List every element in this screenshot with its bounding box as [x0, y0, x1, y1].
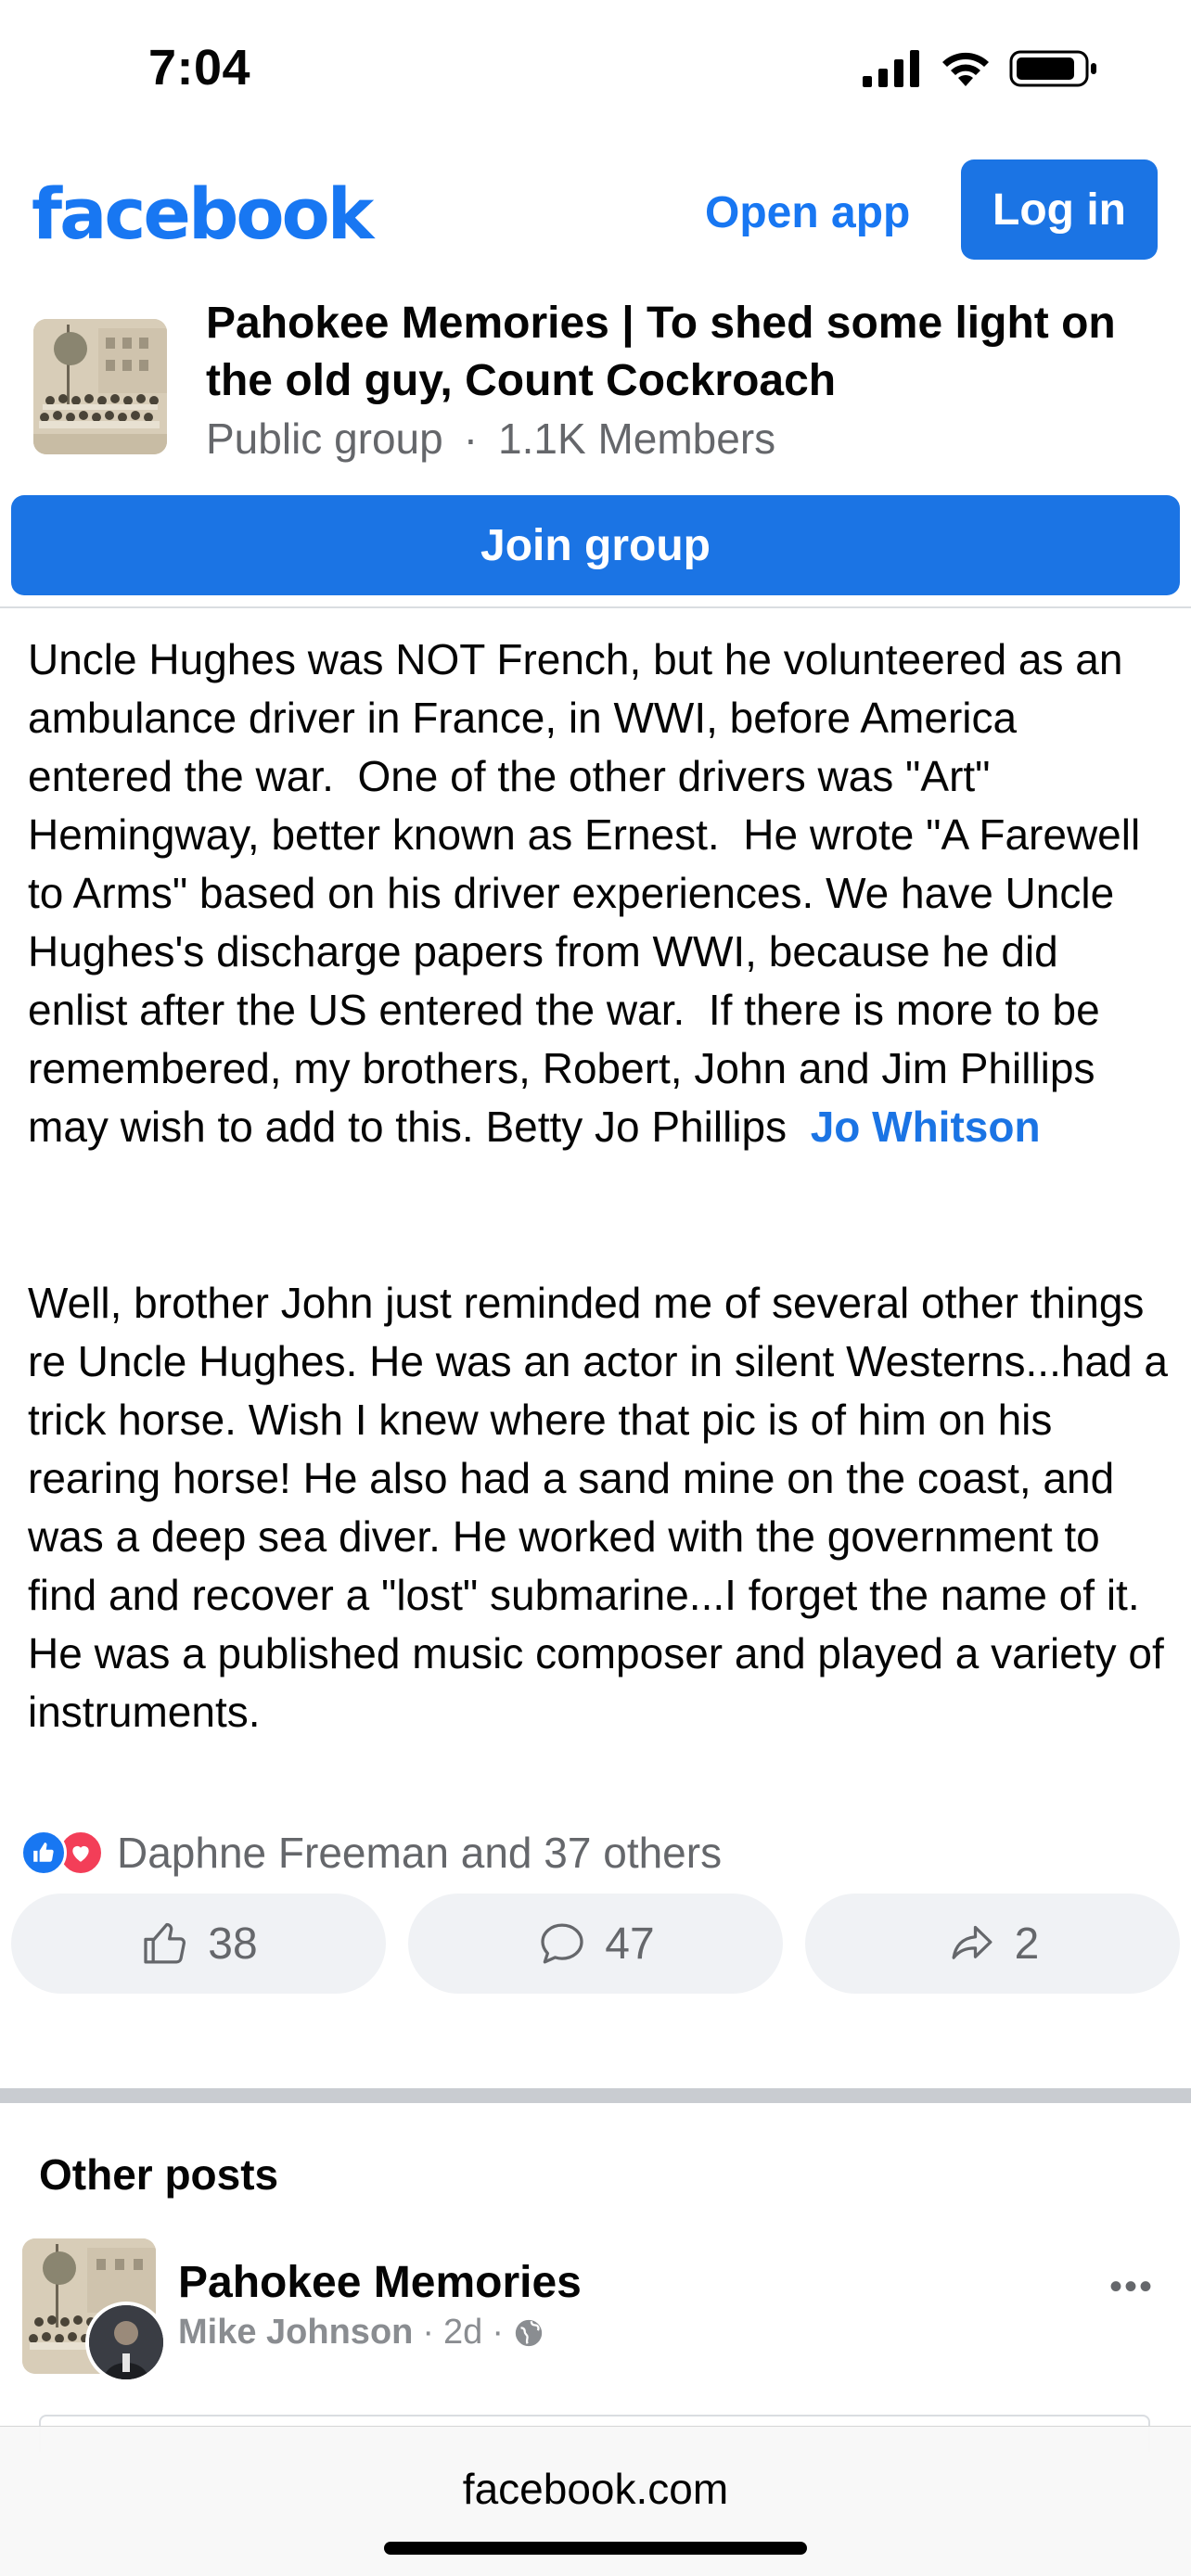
share-count: 2: [1014, 1919, 1040, 1969]
comment-icon: [541, 1923, 583, 1964]
meta-separator: ·: [463, 414, 479, 463]
home-indicator[interactable]: [384, 2542, 807, 2555]
share-button[interactable]: 2: [805, 1894, 1180, 1994]
browser-url[interactable]: facebook.com: [0, 2464, 1191, 2514]
mention-link[interactable]: Jo Whitson: [811, 1103, 1041, 1151]
meta-separator: ·: [492, 2313, 504, 2352]
post-actions: 38 47 2: [11, 1894, 1180, 1994]
login-button[interactable]: Log in: [961, 159, 1158, 260]
reactions-text: Daphne Freeman and 37 others: [117, 1829, 723, 1877]
thumbs-up-icon: [144, 1922, 186, 1964]
post-paragraph-1: Uncle Hughes was NOT French, but he volu…: [28, 631, 1169, 1156]
group-header: Pahokee Memories | To shed some light on…: [0, 295, 1191, 480]
more-options-icon[interactable]: •••: [1109, 2266, 1154, 2308]
join-group-button[interactable]: Join group: [11, 495, 1180, 595]
app-header: facebook Open app Log in: [0, 148, 1191, 269]
status-bar: 7:04: [0, 0, 1191, 139]
facebook-logo[interactable]: facebook: [32, 172, 374, 255]
section-divider: [0, 2088, 1191, 2103]
author-avatar[interactable]: [85, 2302, 167, 2383]
like-reaction-icon: [20, 1830, 67, 1876]
group-members[interactable]: 1.1K Members: [498, 414, 775, 463]
post-paragraph-2: Well, brother John just reminded me of s…: [28, 1279, 1168, 1736]
battery-icon: [1009, 50, 1096, 87]
group-meta: Public group · 1.1K Members: [206, 414, 775, 464]
comment-count: 47: [605, 1919, 655, 1969]
meta-separator: ·: [422, 2313, 435, 2352]
post-text-body: Uncle Hughes was NOT French, but he volu…: [28, 635, 1152, 1151]
divider: [0, 606, 1191, 608]
group-cover-thumbnail[interactable]: [33, 319, 167, 454]
other-post-time[interactable]: 2d: [443, 2313, 482, 2353]
other-post-author[interactable]: Mike Johnson: [178, 2313, 413, 2353]
reactions-summary[interactable]: Daphne Freeman and 37 others: [20, 1823, 722, 1882]
open-app-link[interactable]: Open app: [705, 187, 910, 238]
group-privacy: Public group: [206, 414, 443, 463]
other-post-meta: Mike Johnson · 2d ·: [178, 2313, 544, 2353]
group-title[interactable]: Pahokee Memories | To shed some light on…: [206, 295, 1161, 410]
browser-address-bar: facebook.com: [0, 2426, 1191, 2576]
comment-button[interactable]: 47: [408, 1894, 783, 1994]
status-icons: [863, 48, 1098, 89]
cellular-signal-icon: [863, 50, 919, 87]
like-button[interactable]: 38: [11, 1894, 386, 1994]
other-post-group-name[interactable]: Pahokee Memories: [178, 2257, 582, 2308]
status-time: 7:04: [148, 40, 251, 96]
other-posts-title: Other posts: [39, 2150, 279, 2199]
share-icon: [952, 1925, 992, 1959]
like-count: 38: [208, 1919, 258, 1969]
globe-icon: [515, 2319, 543, 2346]
wifi-icon: [942, 52, 989, 86]
